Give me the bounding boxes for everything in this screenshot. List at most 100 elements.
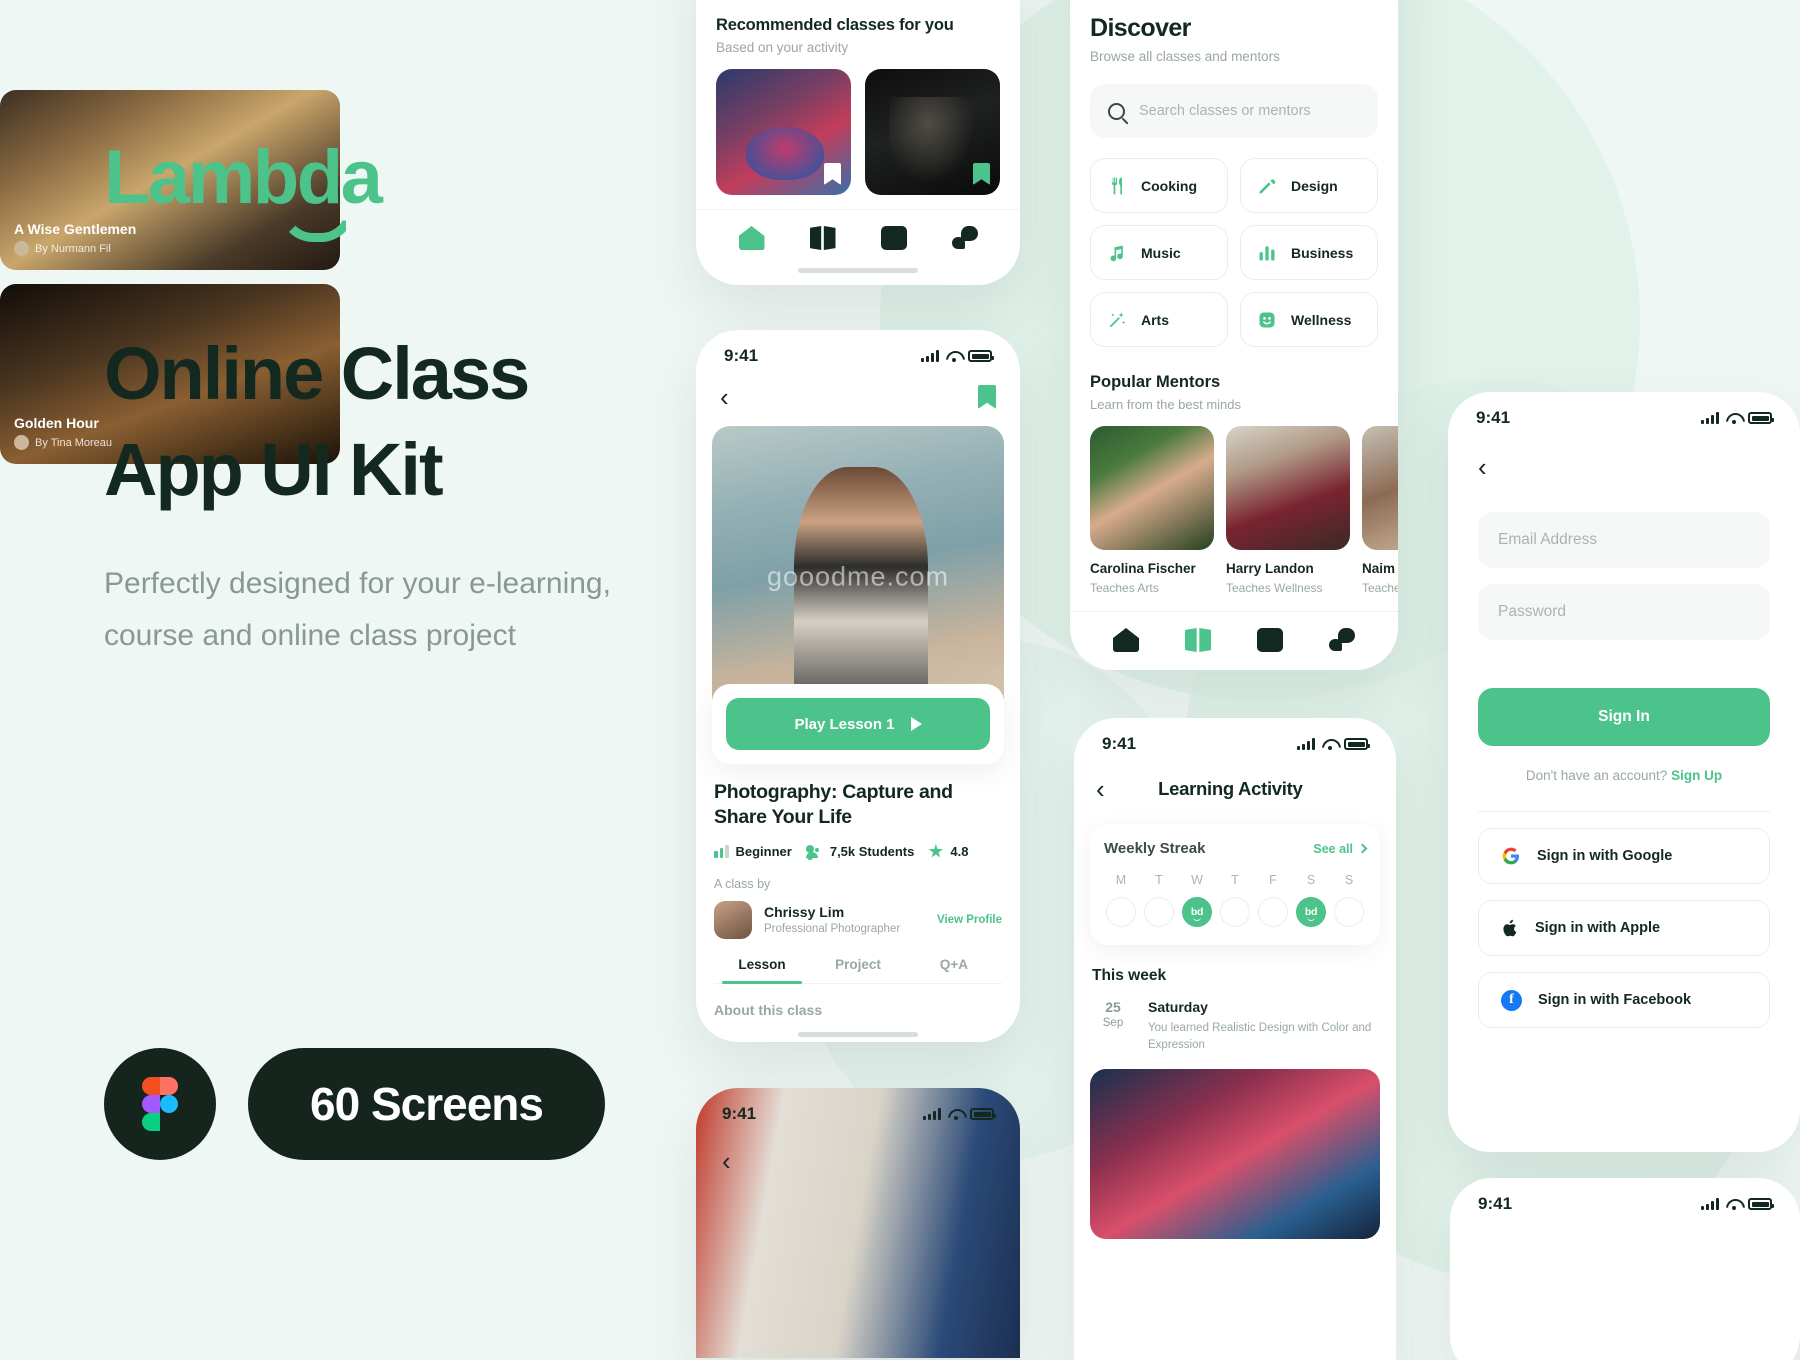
day-dot-active[interactable]: bd — [1182, 897, 1212, 927]
category-business[interactable]: Business — [1240, 225, 1378, 280]
mentor-name: Naim — [1362, 561, 1396, 576]
see-all-button[interactable]: See all — [1313, 841, 1368, 856]
category-label: Cooking — [1141, 177, 1197, 194]
status-time: 9:41 — [722, 1104, 757, 1123]
back-button[interactable]: ‹ — [720, 384, 729, 410]
day-label: M — [1115, 873, 1127, 887]
watermark: gooodme.com — [766, 561, 950, 592]
entry-day-number: 25 — [1105, 999, 1121, 1015]
password-placeholder: Password — [1498, 603, 1567, 620]
day-dot[interactable] — [1144, 897, 1174, 927]
weekly-streak-card: Weekly Streak See all M T W T F S S bd b… — [1090, 824, 1380, 945]
sign-up-link[interactable]: Sign Up — [1671, 768, 1722, 783]
streak-header: Weekly Streak See all — [1104, 840, 1368, 857]
bar-chart-icon — [1257, 243, 1277, 263]
tab-classes[interactable] — [809, 226, 836, 250]
facebook-signin-label: Sign in with Facebook — [1538, 992, 1692, 1008]
facebook-signin-button[interactable]: f Sign in with Facebook — [1478, 972, 1770, 1028]
google-signin-button[interactable]: Sign in with Google — [1478, 828, 1770, 884]
day-label: S — [1306, 873, 1316, 887]
signal-icon — [1701, 412, 1719, 424]
tab-lesson[interactable]: Lesson — [714, 957, 810, 984]
category-cooking[interactable]: Cooking — [1090, 158, 1228, 213]
back-button[interactable]: ‹ — [1478, 454, 1770, 480]
status-time: 9:41 — [724, 346, 759, 365]
mentor-role: Teaches Arts — [1090, 581, 1159, 595]
featured-card-by: By Tina Moreau — [14, 435, 112, 450]
phone-class-detail: 9:41 ‹ gooodme.com Play Lesson 1 Photogr… — [696, 330, 1020, 1042]
figma-icon — [104, 1048, 216, 1160]
activity-entry[interactable]: 25 Sep Saturday You learned Realistic De… — [1092, 999, 1378, 1053]
play-lesson-button[interactable]: Play Lesson 1 — [726, 698, 990, 750]
day-label: W — [1191, 873, 1203, 887]
mentor-card[interactable]: Harry Landon Teaches Wellness — [1226, 426, 1350, 595]
meta-students: 7,5k Students — [805, 843, 915, 859]
bookmark-icon[interactable] — [973, 163, 990, 185]
tab-chat[interactable] — [951, 226, 978, 250]
wifi-icon — [946, 351, 961, 362]
mentor-card[interactable]: Carolina Fischer Teaches Arts — [1090, 426, 1214, 595]
signal-icon — [921, 350, 939, 362]
day-dot[interactable] — [1106, 897, 1136, 927]
apple-icon — [1501, 918, 1519, 939]
apple-signin-button[interactable]: Sign in with Apple — [1478, 900, 1770, 956]
tab-gallery[interactable] — [1257, 628, 1283, 652]
category-arts[interactable]: Arts — [1090, 292, 1228, 347]
status-time: 9:41 — [1478, 1194, 1513, 1213]
category-music[interactable]: Music — [1090, 225, 1228, 280]
cutlery-icon — [1107, 176, 1127, 196]
day-dot[interactable] — [1220, 897, 1250, 927]
bookmark-icon[interactable] — [824, 163, 841, 185]
category-label: Music — [1141, 244, 1181, 261]
class-card[interactable] — [716, 69, 851, 195]
tab-project[interactable]: Project — [810, 957, 906, 983]
tab-gallery[interactable] — [880, 226, 907, 250]
status-bar: 9:41 — [1450, 1178, 1800, 1218]
entry-date: 25 Sep — [1092, 999, 1134, 1029]
discover-title: Discover — [1090, 14, 1191, 42]
tab-qa[interactable]: Q+A — [906, 957, 1002, 983]
category-grid: Cooking Design Music Business Arts Welln… — [1090, 158, 1378, 347]
teacher-row[interactable]: Chrissy Lim Professional Photographer Vi… — [714, 900, 1002, 939]
phone-recommended: Recommended classes for you Based on you… — [696, 0, 1020, 285]
mentor-name: Carolina Fischer — [1090, 561, 1196, 576]
mentor-card[interactable]: Naim Teache — [1362, 426, 1398, 595]
day-dot-active[interactable]: bd — [1296, 897, 1326, 927]
status-icons — [1701, 412, 1774, 424]
class-card[interactable] — [865, 69, 1000, 195]
see-all-label: See all — [1313, 841, 1353, 856]
smiley-icon — [1257, 310, 1277, 330]
back-button[interactable]: ‹ — [722, 1146, 1020, 1177]
page-title-line1: Online Class — [104, 332, 530, 415]
category-design[interactable]: Design — [1240, 158, 1378, 213]
meta-rating: 4.8 — [928, 843, 968, 859]
tab-chat[interactable] — [1329, 628, 1355, 652]
day-dot[interactable] — [1258, 897, 1288, 927]
tab-home[interactable] — [738, 226, 765, 250]
sign-in-button[interactable]: Sign In — [1478, 688, 1770, 746]
meta-students-label: 7,5k Students — [829, 843, 915, 859]
phone-discover: Discover Browse all classes and mentors … — [1070, 0, 1398, 670]
category-wellness[interactable]: Wellness — [1240, 292, 1378, 347]
tab-home[interactable] — [1113, 628, 1139, 652]
class-by-label: A class by — [714, 876, 771, 891]
bookmark-icon[interactable] — [978, 385, 996, 409]
search-input[interactable]: Search classes or mentors — [1090, 84, 1378, 138]
class-tabs: Lesson Project Q+A — [714, 957, 1002, 984]
phone-lesson-player: 9:41 ‹ — [696, 1088, 1020, 1358]
google-icon — [1501, 846, 1521, 866]
view-profile-button[interactable]: View Profile — [937, 914, 1002, 926]
recommended-title: Recommended classes for you — [716, 16, 954, 34]
category-label: Design — [1291, 177, 1338, 194]
activity-image — [1090, 1069, 1380, 1240]
back-button[interactable]: ‹ — [1096, 776, 1105, 802]
about-this-class-label: About this class — [714, 1001, 823, 1018]
password-field[interactable]: Password — [1478, 584, 1770, 640]
mentors-title: Popular Mentors — [1090, 373, 1221, 391]
day-dot[interactable] — [1334, 897, 1364, 927]
email-field[interactable]: Email Address — [1478, 512, 1770, 568]
tab-classes[interactable] — [1185, 628, 1211, 652]
search-icon — [1108, 102, 1125, 120]
status-bar: 9:41 — [1448, 392, 1800, 432]
mentor-photo — [1362, 426, 1398, 550]
